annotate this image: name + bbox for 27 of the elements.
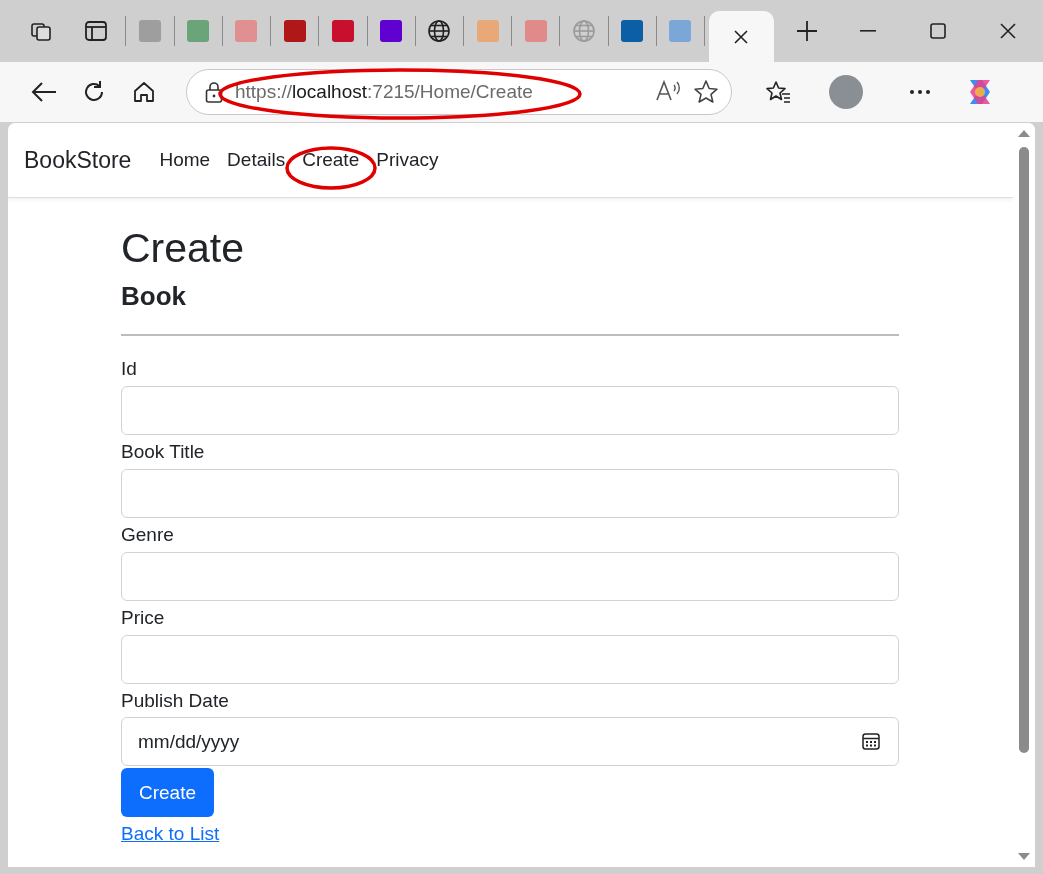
date-field[interactable]: mm/dd/yyyy <box>121 717 899 767</box>
read-aloud-icon[interactable] <box>655 79 683 103</box>
input-field[interactable] <box>121 386 899 436</box>
field-label: Publish Date <box>121 689 230 713</box>
field-label: Genre <box>121 523 175 547</box>
field-label: Id <box>121 358 138 382</box>
close-icon <box>733 28 750 45</box>
page-title: Create <box>121 224 246 273</box>
scroll-up-icon[interactable] <box>1018 129 1030 137</box>
nav-link[interactable]: Home <box>155 141 215 178</box>
lock-icon <box>205 81 223 103</box>
create-button[interactable]: Create <box>121 768 215 818</box>
nav-link[interactable]: Details <box>223 141 290 178</box>
section-title: Book <box>121 281 187 313</box>
url-text: https://localhost:7215/Home/Create <box>234 81 534 102</box>
field-label: Book Title <box>121 441 206 464</box>
back-to-list-link[interactable]: Back to List <box>121 823 220 846</box>
field-label: Price <box>121 606 166 630</box>
brand-link[interactable]: BookStore <box>24 146 132 174</box>
input-field[interactable] <box>121 634 899 684</box>
input-field[interactable] <box>121 468 899 518</box>
input-field[interactable] <box>121 551 899 601</box>
scroll-down-icon[interactable] <box>1018 853 1030 861</box>
nav-link[interactable]: Create <box>298 141 364 178</box>
calendar-icon[interactable] <box>861 731 881 752</box>
star-icon[interactable] <box>693 79 719 105</box>
nav-link[interactable]: Privacy <box>372 141 443 178</box>
